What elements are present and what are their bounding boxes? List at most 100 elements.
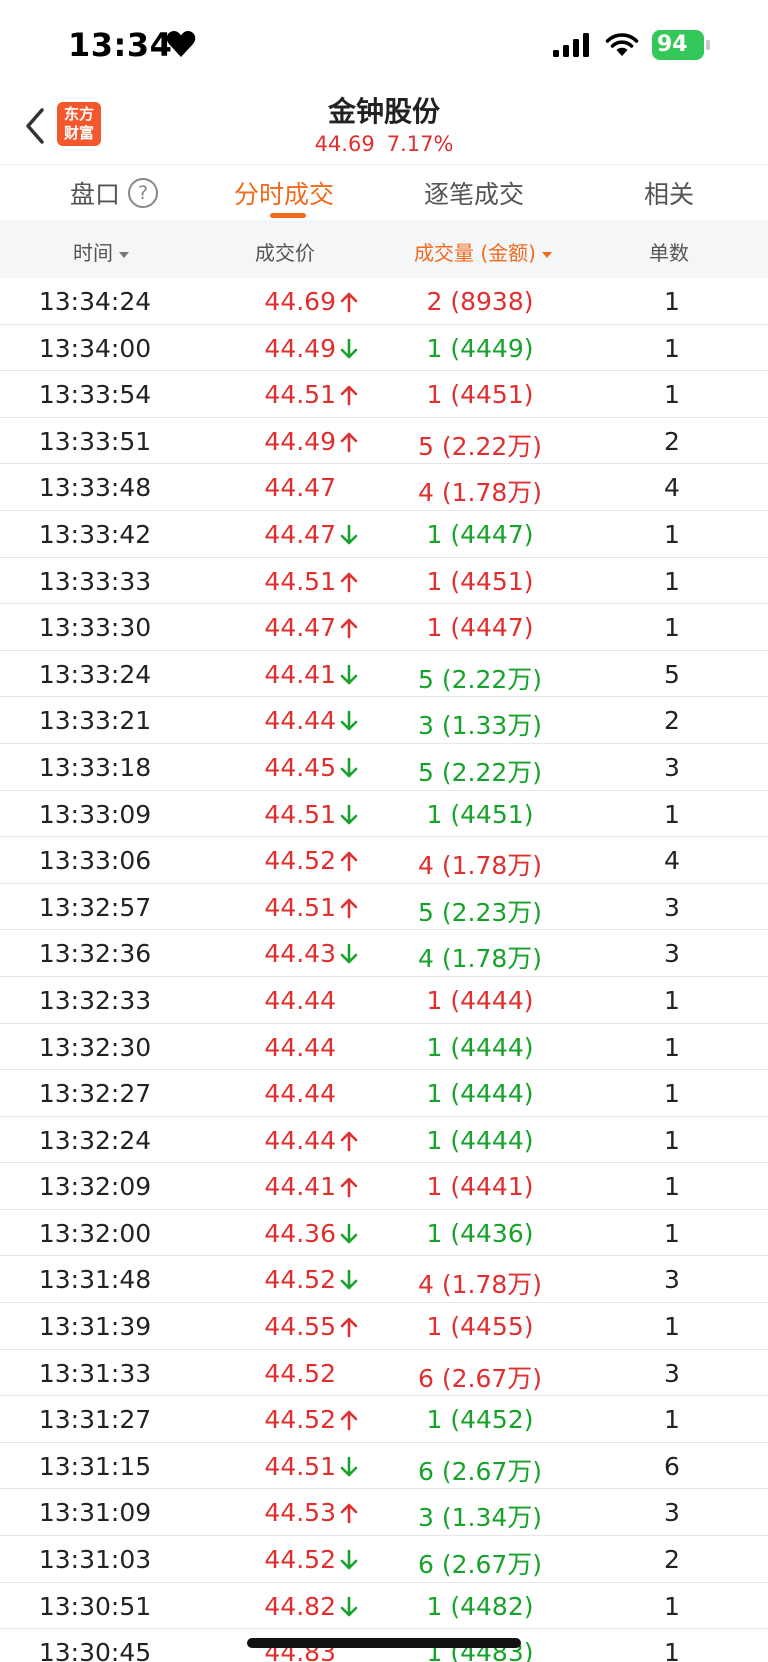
- arrow-up-icon: [340, 432, 358, 453]
- trade-row[interactable]: 13:33:24 44.41 5 (2.22万) 5: [0, 651, 768, 698]
- trade-time: 13:31:03: [38, 1545, 152, 1575]
- trade-volume: 1 (4451): [426, 566, 534, 596]
- tab-related[interactable]: 相关: [644, 175, 694, 211]
- trade-row[interactable]: 13:33:21 44.44 3 (1.33万) 2: [0, 697, 768, 744]
- trade-row[interactable]: 13:31:48 44.52 4 (1.78万) 3: [0, 1256, 768, 1304]
- trade-row[interactable]: 13:33:09 44.51 1 (4451) 1: [0, 791, 768, 838]
- trade-volume: 1 (4436): [426, 1218, 534, 1248]
- trade-price: 44.36: [264, 1218, 336, 1248]
- battery-level: 94: [657, 32, 688, 57]
- nav-bar: 东方 财富 金钟股份 44.69 7.17%: [0, 90, 768, 164]
- trade-row[interactable]: 13:33:54 44.51 1 (4451) 1: [0, 371, 768, 418]
- trade-volume: 4 (1.78万): [417, 1270, 543, 1300]
- arrow-down-icon: [340, 1596, 358, 1616]
- trade-price: 44.52: [264, 1545, 336, 1575]
- trade-count: 1: [664, 985, 680, 1015]
- trade-volume: 2 (8938): [426, 287, 534, 316]
- trade-row[interactable]: 13:32:00 44.36 1 (4436) 1: [0, 1210, 768, 1257]
- trade-price: 44.51: [264, 892, 336, 922]
- trade-time: 13:32:09: [38, 1172, 152, 1202]
- sort-caret-icon: [119, 251, 129, 258]
- trade-volume: 1 (4444): [426, 985, 534, 1015]
- arrow-up-icon: [340, 1131, 358, 1151]
- trade-time: 13:31:39: [38, 1312, 152, 1342]
- cellular-signal-icon: [553, 33, 589, 57]
- trade-price: 44.69: [264, 287, 336, 316]
- trade-time: 13:33:30: [38, 613, 152, 643]
- trade-row[interactable]: 13:31:39 44.55 1 (4455) 1: [0, 1303, 768, 1350]
- trade-volume: 5 (2.22万): [417, 664, 543, 694]
- sort-volume-header[interactable]: 成交量 (金额): [414, 237, 552, 266]
- trade-volume: 6 (2.67万): [417, 1550, 543, 1580]
- trade-price: 44.82: [264, 1591, 336, 1621]
- trade-count: 1: [664, 799, 680, 829]
- trade-volume: 1 (4451): [426, 799, 534, 829]
- trade-count: 1: [664, 1312, 680, 1342]
- trade-row[interactable]: 13:33:48 44.47 4 (1.78万) 4: [0, 464, 768, 511]
- trade-volume: 3 (1.33万): [417, 711, 543, 741]
- trade-row[interactable]: 13:33:42 44.47 1 (4447) 1: [0, 511, 768, 558]
- trade-count: 2: [664, 426, 680, 456]
- trade-count: 1: [664, 1591, 680, 1621]
- trade-time: 13:32:24: [38, 1125, 152, 1155]
- trade-row[interactable]: 13:31:27 44.52 1 (4452) 1: [0, 1396, 768, 1443]
- trade-count: 3: [664, 1358, 680, 1388]
- trade-row[interactable]: 13:34:24 44.69 2 (8938) 1: [0, 278, 768, 325]
- trade-time: 13:31:15: [38, 1451, 152, 1481]
- trade-count: 1: [664, 333, 680, 363]
- help-icon[interactable]: ?: [128, 178, 158, 208]
- trade-row[interactable]: 13:32:27 44.44 1 (4444) 1: [0, 1070, 768, 1117]
- battery-indicator: 94: [652, 30, 710, 60]
- trade-row[interactable]: 13:30:51 44.82 1 (4482) 1: [0, 1583, 768, 1630]
- trade-row[interactable]: 13:31:09 44.53 3 (1.34万) 3: [0, 1489, 768, 1537]
- trade-row[interactable]: 13:33:33 44.51 1 (4451) 1: [0, 558, 768, 605]
- trade-count: 1: [664, 1638, 680, 1662]
- trade-row[interactable]: 13:32:09 44.41 1 (4441) 1: [0, 1163, 768, 1210]
- trade-row[interactable]: 13:31:15 44.51 6 (2.67万) 6: [0, 1443, 768, 1490]
- wifi-icon: [605, 33, 639, 56]
- trade-time: 13:30:45: [38, 1638, 152, 1662]
- trade-price: 44.47: [264, 473, 336, 503]
- trade-row[interactable]: 13:33:51 44.49 5 (2.22万) 2: [0, 418, 768, 465]
- stock-quote: 44.69 7.17%: [0, 132, 768, 156]
- trade-count: 1: [664, 1405, 680, 1435]
- trade-price: 44.44: [264, 1125, 336, 1155]
- trade-time: 13:33:24: [38, 659, 152, 689]
- arrow-up-icon: [340, 572, 358, 592]
- arrow-up-icon: [340, 898, 358, 919]
- trade-row[interactable]: 13:33:06 44.52 4 (1.78万) 4: [0, 837, 768, 884]
- trade-row[interactable]: 13:32:36 44.43 4 (1.78万) 3: [0, 930, 768, 977]
- trade-volume: 3 (1.34万): [417, 1503, 543, 1533]
- trade-time: 13:32:36: [38, 939, 152, 969]
- trade-list[interactable]: 13:34:24 44.69 2 (8938) 1 13:34:00 44.49 1 (44…: [0, 278, 768, 1662]
- trade-row[interactable]: 13:32:30 44.44 1 (4444) 1: [0, 1024, 768, 1071]
- count-header: 单数: [649, 241, 689, 265]
- trade-price: 44.47: [264, 519, 336, 549]
- trade-row[interactable]: 13:32:24 44.44 1 (4444) 1: [0, 1117, 768, 1164]
- sort-caret-icon: [541, 251, 552, 258]
- trade-time: 13:30:51: [38, 1591, 152, 1621]
- sort-time-header[interactable]: 时间: [73, 237, 129, 266]
- arrow-up-icon: [340, 851, 358, 872]
- trade-time: 13:32:33: [38, 985, 152, 1015]
- trade-row[interactable]: 13:32:33 44.44 1 (4444) 1: [0, 977, 768, 1024]
- trade-row[interactable]: 13:31:33 44.52 6 (2.67万) 3: [0, 1350, 768, 1397]
- trade-volume: 1 (4449): [426, 333, 534, 363]
- arrow-up-icon: [340, 1317, 358, 1338]
- arrow-down-icon: [340, 711, 358, 731]
- trade-row[interactable]: 13:34:00 44.49 1 (4449) 1: [0, 325, 768, 372]
- trade-count: 3: [664, 1498, 680, 1528]
- trade-price: 44.44: [264, 1032, 336, 1062]
- trade-row[interactable]: 13:32:57 44.51 5 (2.23万) 3: [0, 884, 768, 931]
- home-indicator[interactable]: [247, 1638, 521, 1648]
- tab-tick-trades[interactable]: 逐笔成交: [424, 175, 524, 211]
- tab-time-sharing-trades[interactable]: 分时成交: [234, 175, 334, 211]
- trade-row[interactable]: 13:33:18 44.45 5 (2.22万) 3: [0, 744, 768, 791]
- arrow-up-icon: [340, 385, 358, 406]
- trade-row[interactable]: 13:31:03 44.52 6 (2.67万) 2: [0, 1536, 768, 1583]
- trade-count: 1: [664, 519, 680, 549]
- heart-icon: [166, 31, 196, 57]
- trade-row[interactable]: 13:33:30 44.47 1 (4447) 1: [0, 604, 768, 651]
- tab-handicap[interactable]: 盘口: [70, 175, 120, 211]
- trade-price: 44.44: [264, 706, 336, 736]
